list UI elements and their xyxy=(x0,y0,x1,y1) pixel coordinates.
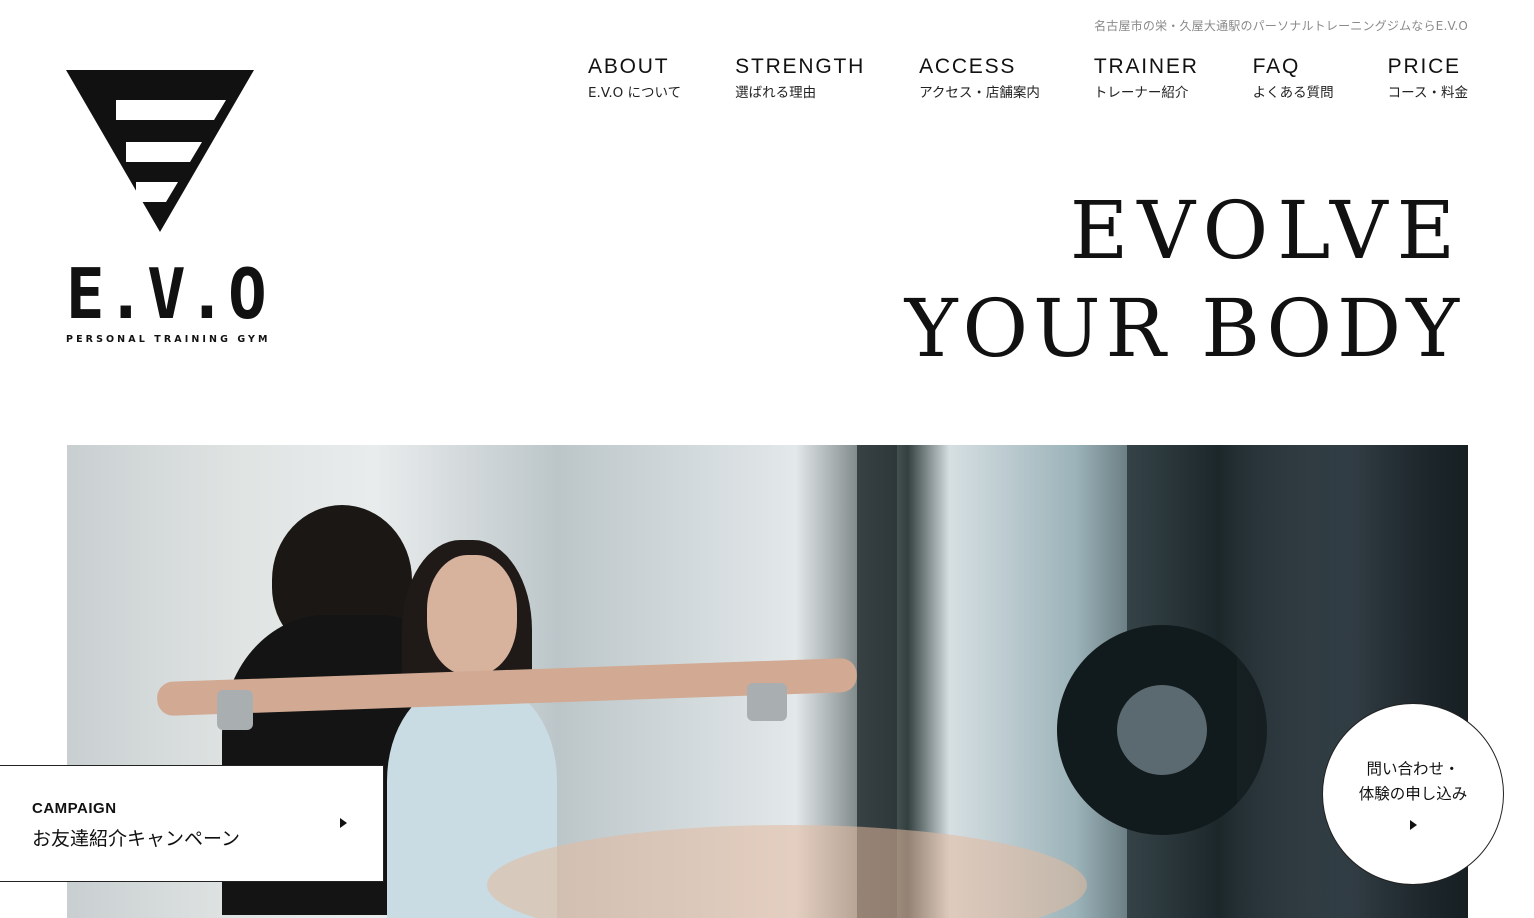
play-arrow-icon xyxy=(1409,820,1417,830)
nav-faq[interactable]: FAQ よくある質問 xyxy=(1252,55,1334,102)
hero-line-2: YOUR BODY xyxy=(904,282,1464,375)
campaign-banner[interactable]: CAMPAIGN お友達紹介キャンペーン xyxy=(0,765,384,882)
nav-sublabel: E.V.O について xyxy=(588,85,682,101)
logo-wordmark: E.V.O xyxy=(66,255,269,336)
nav-sublabel: アクセス・店舗案内 xyxy=(919,85,1040,101)
nav-strength[interactable]: STRENGTH 選ばれる理由 xyxy=(735,55,866,102)
logo-subtitle: PERSONAL TRAINING GYM xyxy=(66,334,271,345)
contact-line-1: 問い合わせ・ xyxy=(1366,760,1460,778)
photo-dumbbell xyxy=(747,683,787,721)
nav-sublabel: 選ばれる理由 xyxy=(735,85,817,101)
photo-weight-plate-hub xyxy=(1117,685,1207,775)
nav-access[interactable]: ACCESS アクセス・店舗案内 xyxy=(919,55,1040,102)
play-arrow-icon xyxy=(340,818,347,828)
main-nav: ABOUT E.V.O について STRENGTH 選ばれる理由 ACCESS … xyxy=(588,55,1468,102)
nav-price[interactable]: PRICE コース・料金 xyxy=(1387,55,1468,102)
contact-line-2: 体験の申し込み xyxy=(1358,785,1468,803)
nav-label: FAQ xyxy=(1252,55,1301,78)
campaign-label: CAMPAIGN xyxy=(32,800,117,817)
nav-sublabel: よくある質問 xyxy=(1252,85,1334,101)
nav-label: ACCESS xyxy=(919,55,1017,78)
photo-dumbbell xyxy=(217,690,253,730)
nav-sublabel: トレーナー紹介 xyxy=(1093,85,1189,101)
photo-woman-face xyxy=(427,555,517,675)
nav-label: STRENGTH xyxy=(735,55,866,78)
tagline: 名古屋市の栄・久屋大通駅のパーソナルトレーニングジムならE.V.O xyxy=(1094,19,1468,33)
nav-trainer[interactable]: TRAINER トレーナー紹介 xyxy=(1093,55,1199,102)
nav-label: PRICE xyxy=(1387,55,1461,78)
campaign-title: お友達紹介キャンペーン xyxy=(32,828,241,850)
hero-heading: EVOLVE YOUR BODY xyxy=(905,182,1464,378)
contact-button[interactable]: 問い合わせ・ 体験の申し込み xyxy=(1322,703,1504,885)
site-logo[interactable]: E.V.O PERSONAL TRAINING GYM xyxy=(66,70,271,345)
evo-emblem-icon xyxy=(66,70,254,232)
photo-foreground-arm-blur xyxy=(487,825,1087,918)
nav-about[interactable]: ABOUT E.V.O について xyxy=(588,55,682,102)
nav-sublabel: コース・料金 xyxy=(1387,85,1468,101)
hero-line-1: EVOLVE xyxy=(1069,184,1464,277)
nav-label: ABOUT xyxy=(588,55,670,78)
nav-label: TRAINER xyxy=(1093,55,1199,78)
